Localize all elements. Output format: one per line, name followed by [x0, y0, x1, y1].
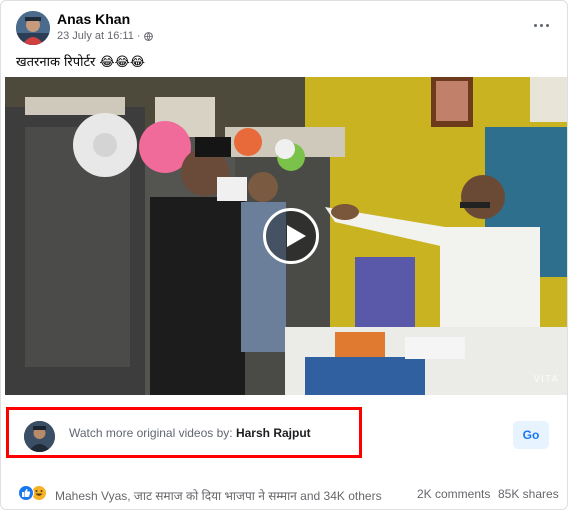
post-date[interactable]: 23 July at 16:11 ·	[57, 30, 141, 42]
creator-name-link[interactable]: Harsh Rajput	[236, 426, 311, 440]
watch-more-text: Watch more original videos by: Harsh Raj…	[69, 426, 311, 440]
more-options-icon[interactable]	[529, 15, 553, 35]
reaction-icons[interactable]	[18, 485, 47, 501]
go-button[interactable]: Go	[513, 421, 549, 449]
shares-count[interactable]: 85K shares	[498, 487, 559, 501]
creator-avatar[interactable]	[24, 421, 55, 452]
watch-more-highlight: Watch more original videos by: Harsh Raj…	[6, 407, 362, 458]
globe-icon	[143, 31, 153, 41]
watch-more-prefix: Watch more original videos by:	[69, 426, 236, 440]
video-player[interactable]: VITA	[5, 77, 567, 395]
play-button[interactable]	[263, 208, 319, 264]
post-meta: 23 July at 16:11 ·	[57, 30, 153, 42]
like-reaction-icon	[18, 485, 34, 501]
video-watermark: VITA	[533, 374, 559, 385]
comments-count[interactable]: 2K comments	[417, 487, 490, 501]
author-avatar[interactable]	[16, 11, 50, 45]
post-text: खतरनाक रिपोर्टर 😂😂😂	[16, 55, 146, 70]
facebook-post: Anas Khan 23 July at 16:11 · खतरनाक रिपो…	[0, 0, 568, 510]
author-name[interactable]: Anas Khan	[57, 11, 130, 27]
reaction-summary[interactable]: Mahesh Vyas, जाट समाज को दिया भाजपा ने स…	[55, 487, 382, 504]
